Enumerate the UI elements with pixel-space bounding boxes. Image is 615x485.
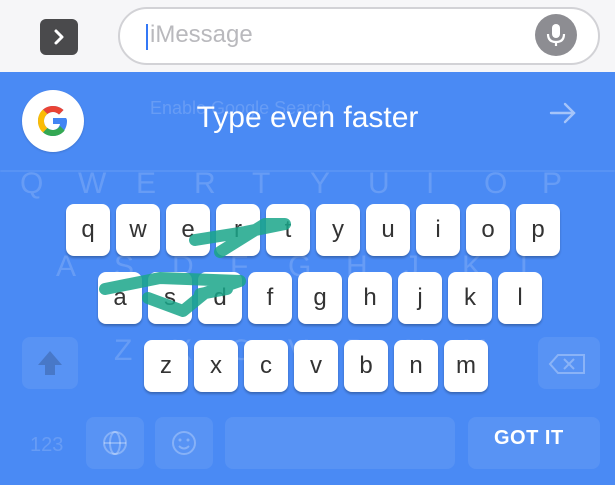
dictation-button[interactable] (535, 14, 577, 56)
expand-apps-button[interactable] (40, 19, 78, 55)
got-it-button[interactable]: GOT IT (494, 427, 564, 450)
microphone-icon (546, 24, 566, 46)
message-bar: iMessage (0, 0, 615, 72)
gboard-onboarding-panel: Enable Google Search QWERTYUIOP ASDFGHJK… (0, 72, 615, 485)
text-caret (146, 24, 148, 50)
glide-typing-trace (99, 218, 291, 317)
message-placeholder: iMessage (150, 21, 253, 48)
chevron-right-icon (54, 29, 64, 45)
